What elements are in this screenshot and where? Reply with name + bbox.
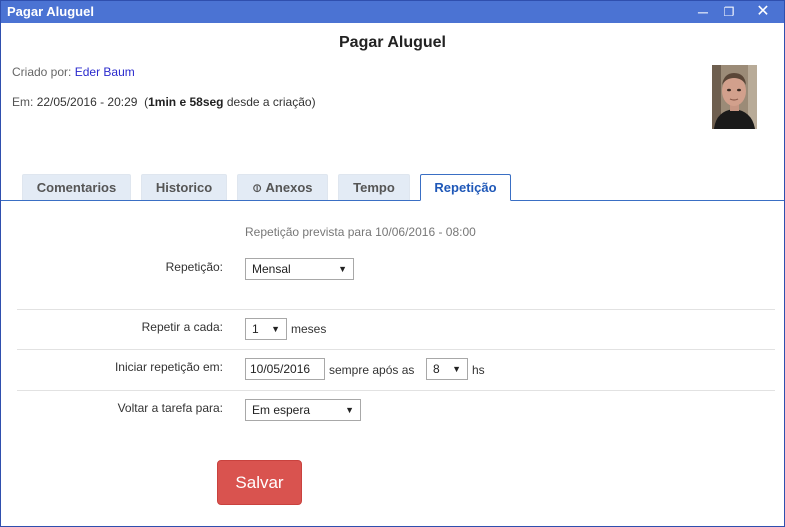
iniciar-label: Iniciar repetição em: (114, 360, 223, 374)
close-button[interactable]: ✕ (749, 1, 777, 23)
repetition-preview-text: Repetição prevista para 10/06/2016 - 08:… (245, 225, 476, 239)
repetir-unit: meses (291, 322, 327, 336)
tab-label: Anexos (265, 180, 313, 195)
tab-label: Tempo (353, 180, 395, 195)
divider (17, 349, 775, 350)
save-button[interactable]: Salvar (217, 460, 302, 505)
title-bar[interactable]: Pagar Aluguel ─ ❐ ✕ (1, 1, 784, 23)
repeticao-label: Repetição: (165, 260, 223, 274)
repeticao-value: Mensal (252, 262, 291, 276)
repetir-value: 1 (252, 322, 259, 336)
voltar-select[interactable]: Em espera ▼ (245, 399, 361, 421)
elapsed-suffix: desde a criação) (226, 95, 316, 109)
created-date-line: Em: 22/05/2016 - 20:29 (1min e 58seg des… (12, 95, 316, 109)
start-date-input[interactable]: 10/05/2016 (245, 358, 325, 380)
created-by-line: Criado por: Eder Baum (12, 65, 135, 79)
hour-unit: hs (472, 363, 485, 377)
window-title: Pagar Aluguel (7, 4, 94, 19)
tab-bar: Comentarios Historico ⊘Anexos Tempo Repe… (1, 174, 784, 201)
chevron-down-icon: ▼ (338, 264, 347, 274)
tab-tempo[interactable]: Tempo (338, 174, 410, 200)
tab-repeticao[interactable]: Repetição (420, 174, 511, 201)
chevron-down-icon: ▼ (452, 364, 461, 374)
dialog-window: Pagar Aluguel ─ ❐ ✕ Pagar Aluguel Criado… (0, 0, 785, 527)
minimize-button[interactable]: ─ (689, 1, 717, 23)
tab-label: Historico (155, 180, 213, 195)
hour-select[interactable]: 8 ▼ (426, 358, 468, 380)
chevron-down-icon: ▼ (345, 405, 354, 415)
page-title: Pagar Aluguel (339, 34, 446, 51)
repetir-select[interactable]: 1 ▼ (245, 318, 287, 340)
tab-label: Comentarios (36, 180, 117, 195)
divider (17, 390, 775, 391)
tab-historico[interactable]: Historico (141, 174, 227, 200)
maximize-button[interactable]: ❐ (715, 1, 743, 23)
created-by-label: Criado por: (12, 65, 72, 79)
voltar-value: Em espera (252, 403, 311, 417)
divider (17, 309, 775, 310)
chevron-down-icon: ▼ (271, 324, 280, 334)
tab-label: Repetição (434, 180, 497, 195)
tab-comentarios[interactable]: Comentarios (22, 174, 131, 200)
created-by-user-link[interactable]: Eder Baum (75, 65, 135, 79)
date-value: 22/05/2016 - 20:29 (36, 95, 138, 109)
repetir-label: Repetir a cada: (141, 320, 223, 334)
hour-value: 8 (433, 362, 440, 376)
date-label: Em: (12, 95, 34, 109)
avatar (712, 65, 757, 129)
voltar-label: Voltar a tarefa para: (117, 401, 223, 415)
sempre-apos-label: sempre após as (329, 363, 415, 377)
repeticao-select[interactable]: Mensal ▼ (245, 258, 354, 280)
elapsed-time: 1min e 58seg (148, 95, 224, 109)
tab-anexos[interactable]: ⊘Anexos (237, 174, 328, 200)
